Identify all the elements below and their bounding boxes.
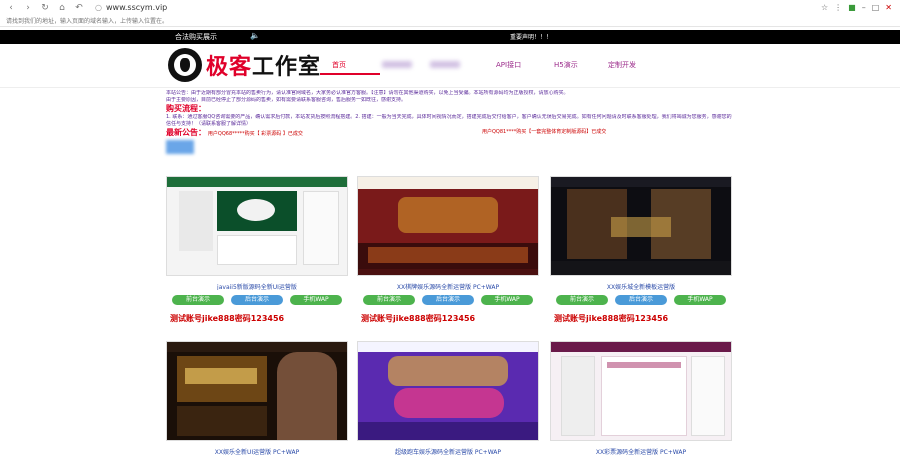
main-nav: 首页 API接口 H5演示 定制开发 <box>320 60 660 75</box>
nav-item-blurred-2[interactable] <box>430 61 460 70</box>
url-text: www.sscym.vip <box>105 3 168 12</box>
forward-icon[interactable]: › <box>23 3 33 13</box>
product-thumbnail[interactable] <box>166 176 348 276</box>
product-title[interactable]: javaii5新版源码全新UI运营版 <box>166 282 348 290</box>
nav-h5[interactable]: H5演示 <box>554 60 578 70</box>
reload-icon[interactable]: ↻ <box>40 3 50 13</box>
buy-title: 最新公告： <box>166 128 206 137</box>
address-bar[interactable]: ○ www.sscym.vip <box>95 3 167 12</box>
front-demo-button[interactable]: 前台演示 <box>172 295 224 305</box>
logo-text: 极客工作室 <box>206 55 322 80</box>
product-thumbnail[interactable] <box>166 341 348 441</box>
site-header: 极客工作室 首页 API接口 H5演示 定制开发 <box>0 44 900 88</box>
nav-api[interactable]: API接口 <box>496 60 521 70</box>
mobile-wap-button[interactable]: 手机WAP <box>481 295 533 305</box>
back-icon[interactable]: ‹ <box>6 3 16 13</box>
product-title[interactable]: XX娱乐全新UI运营版 PC+WAP <box>166 447 348 455</box>
product-title[interactable]: XX娱乐城全新模板运营版 <box>550 282 732 290</box>
nav-home[interactable]: 首页 <box>332 60 346 70</box>
browser-hint: 请找到我们的地址，输入页面的域名输入，上传输入位置在。 <box>6 18 169 25</box>
buy-record-1: 用户QQ68*****购买【 彩票源码 】已成交 <box>207 131 303 137</box>
nav-item-blurred-1[interactable] <box>382 61 412 70</box>
admin-demo-button[interactable]: 后台演示 <box>422 295 474 305</box>
product-thumbnail[interactable] <box>550 341 732 441</box>
undo-icon[interactable]: ↶ <box>74 3 84 13</box>
buy-record-2: 用户QQ81****购买【一套完整体育定制版源码】已成交 <box>482 129 607 135</box>
speaker-icon[interactable]: 🔈 <box>250 31 260 40</box>
mobile-wap-button[interactable]: 手机WAP <box>674 295 726 305</box>
product-card: XX棋牌娱乐源码全新运营版 PC+WAP 前台演示 后台演示 手机WAP 测试账… <box>357 176 539 324</box>
browser-nav: ‹ › ↻ ⌂ ↶ <box>6 3 84 13</box>
product-card: javaii5新版源码全新UI运营版 前台演示 后台演示 手机WAP 测试账号j… <box>166 176 348 324</box>
topbar-brand[interactable]: 合法购买展示 <box>175 32 217 42</box>
top-bar: 合法购买展示 🔈 重要声明！！！ <box>0 30 900 44</box>
product-card: XX娱乐全新UI运营版 PC+WAP <box>166 341 348 455</box>
product-title[interactable]: XX棋牌娱乐源码全新运营版 PC+WAP <box>357 282 539 290</box>
process-title: 购买流程： <box>166 104 206 113</box>
menu-icon[interactable]: ⋮ <box>834 3 842 12</box>
test-credentials: 测试账号jike888密码123456 <box>554 314 669 323</box>
close-icon[interactable]: ✕ <box>885 3 892 12</box>
test-credentials: 测试账号jike888密码123456 <box>361 314 476 323</box>
product-card: XX娱乐城全新模板运营版 前台演示 后台演示 手机WAP 测试账号jike888… <box>550 176 732 324</box>
site-logo[interactable]: 极客工作室 <box>168 48 321 82</box>
test-credentials: 测试账号jike888密码123456 <box>170 314 285 323</box>
mobile-wap-button[interactable]: 手机WAP <box>290 295 342 305</box>
product-thumbnail[interactable] <box>550 176 732 276</box>
bookmark-icon[interactable]: ☆ <box>821 3 828 12</box>
product-title[interactable]: 超级跑车娱乐源码全新运营版 PC+WAP <box>357 447 539 455</box>
product-card: 超级跑车娱乐源码全新运营版 PC+WAP <box>357 341 539 455</box>
nav-active-underline <box>320 73 380 75</box>
product-card: XX彩票源码全新运营版 PC+WAP <box>550 341 732 455</box>
front-demo-button[interactable]: 前台演示 <box>363 295 415 305</box>
home-icon[interactable]: ⌂ <box>57 3 67 13</box>
front-demo-button[interactable]: 前台演示 <box>556 295 608 305</box>
process-text: 1. 联系：通过客服QQ咨询需要的产品，确认需求后付款，本站发货后按照流程搭建。… <box>166 114 732 127</box>
minimize-icon[interactable]: – <box>862 3 866 12</box>
product-thumbnail[interactable] <box>357 176 539 276</box>
product-thumbnail[interactable] <box>357 341 539 441</box>
admin-demo-button[interactable]: 后台演示 <box>231 295 283 305</box>
announcement-area: 本站公告：由于近期有部分冒充本站的售卖行为，请认准官网域名，大家务必认准官方客服… <box>166 90 732 156</box>
extension-icon[interactable]: ■ <box>848 3 856 12</box>
product-title[interactable]: XX彩票源码全新运营版 PC+WAP <box>550 447 732 455</box>
browser-chrome: ‹ › ↻ ⌂ ↶ ○ www.sscym.vip 请找到我们的地址，输入页面的… <box>0 0 900 27</box>
announce-line-1: 本站公告：由于近期有部分冒充本站的售卖行为，请认准官网域名，大家务必认准官方客服… <box>166 90 569 96</box>
topbar-notice[interactable]: 重要声明！！！ <box>510 32 552 41</box>
wolf-logo-icon <box>168 48 202 82</box>
browser-tools: ☆ ⋮ ■ – □ ✕ <box>821 3 892 12</box>
admin-demo-button[interactable]: 后台演示 <box>615 295 667 305</box>
nav-custom[interactable]: 定制开发 <box>608 60 636 70</box>
blurred-chip <box>166 140 194 154</box>
announce-line-2: 由于主要原因，目前已经停止了部分源码的售卖，如有需要请联系客服咨询，售后服务一如… <box>166 97 407 103</box>
lock-icon: ○ <box>95 3 102 12</box>
maximize-icon[interactable]: □ <box>872 3 880 12</box>
